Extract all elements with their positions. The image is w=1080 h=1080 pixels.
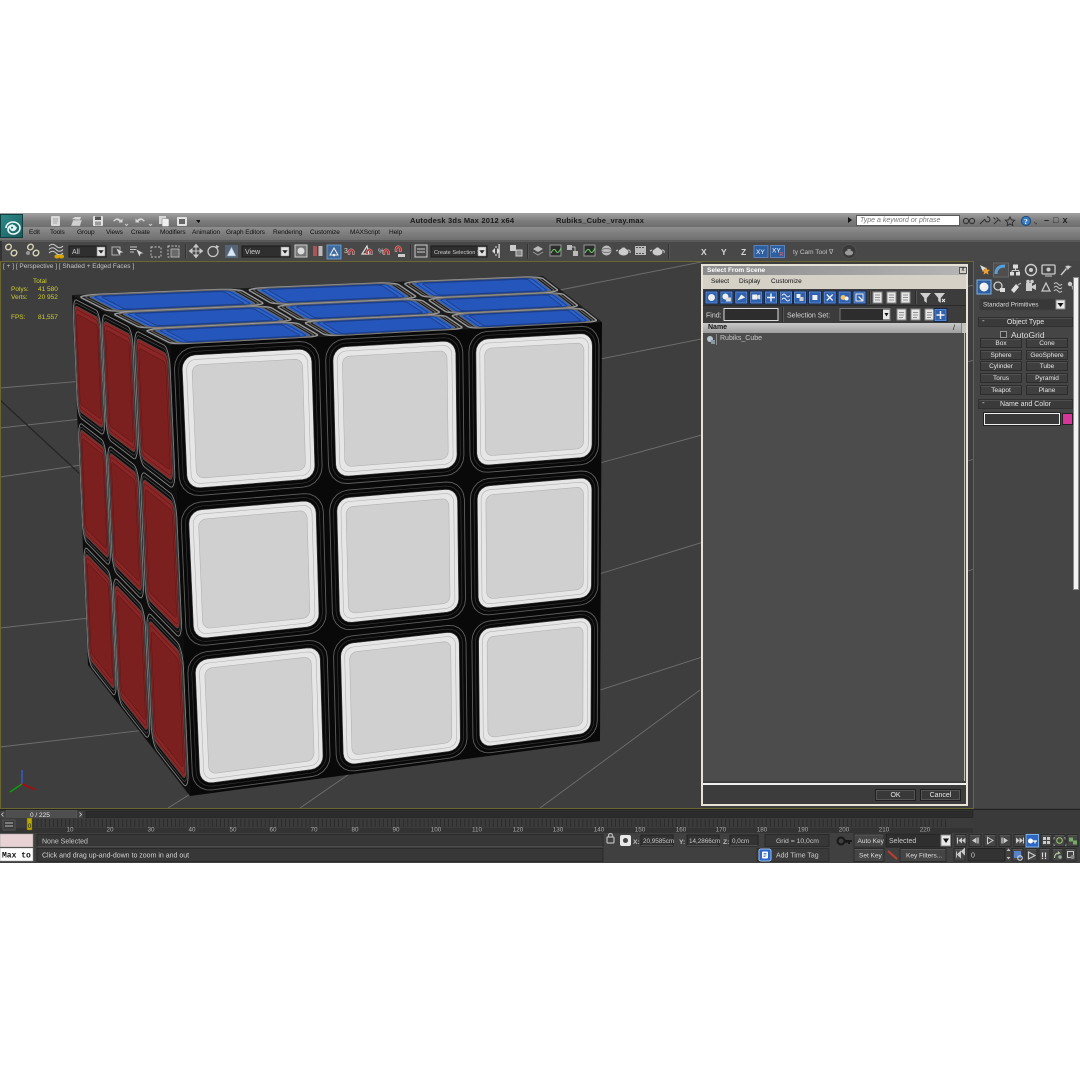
svg-text:View: View [245,249,261,256]
svg-text:None Selected: None Selected [42,839,88,846]
svg-text:X: X [701,247,707,257]
svg-text:3: 3 [344,248,348,255]
svg-text:All: All [72,249,80,256]
svg-text:Y: Y [721,247,727,257]
svg-text:!!: !! [1041,851,1047,861]
svg-text:Y:: Y: [679,839,685,846]
svg-text:Auto Key: Auto Key [858,838,885,845]
svg-text:Create Selection Se: Create Selection Se [434,250,484,256]
svg-text:XY: XY [756,249,765,256]
svg-text:Selection Set:: Selection Set: [787,313,830,320]
svg-text:Standard Primitives: Standard Primitives [983,302,1038,309]
svg-text:Click and drag up-and-down to: Click and drag up-and-down to zoom in an… [42,853,189,860]
svg-text:14,2866cm: 14,2866cm [689,838,720,845]
svg-text:Z:: Z: [723,839,729,846]
svg-text:20,9585cm: 20,9585cm [643,838,674,845]
svg-text:Add Time Tag: Add Time Tag [776,853,819,860]
svg-text:Z: Z [741,247,746,257]
svg-text:Grid = 10,0cm: Grid = 10,0cm [776,838,819,845]
svg-text:Key Filters...: Key Filters... [906,853,942,860]
svg-text:Max to: Max to [2,852,31,861]
svg-text:R: R [780,252,784,258]
svg-text:Set Key: Set Key [859,853,883,860]
svg-text:0: 0 [971,853,975,860]
svg-text:?: ? [1024,217,1028,226]
svg-text:ty Cam Tool ∇: ty Cam Tool ∇ [793,248,834,256]
svg-text:Find:: Find: [706,313,722,320]
svg-text:X:: X: [633,839,640,846]
svg-text:Selected: Selected [889,838,916,845]
svg-text:0,0cm: 0,0cm [732,838,749,845]
